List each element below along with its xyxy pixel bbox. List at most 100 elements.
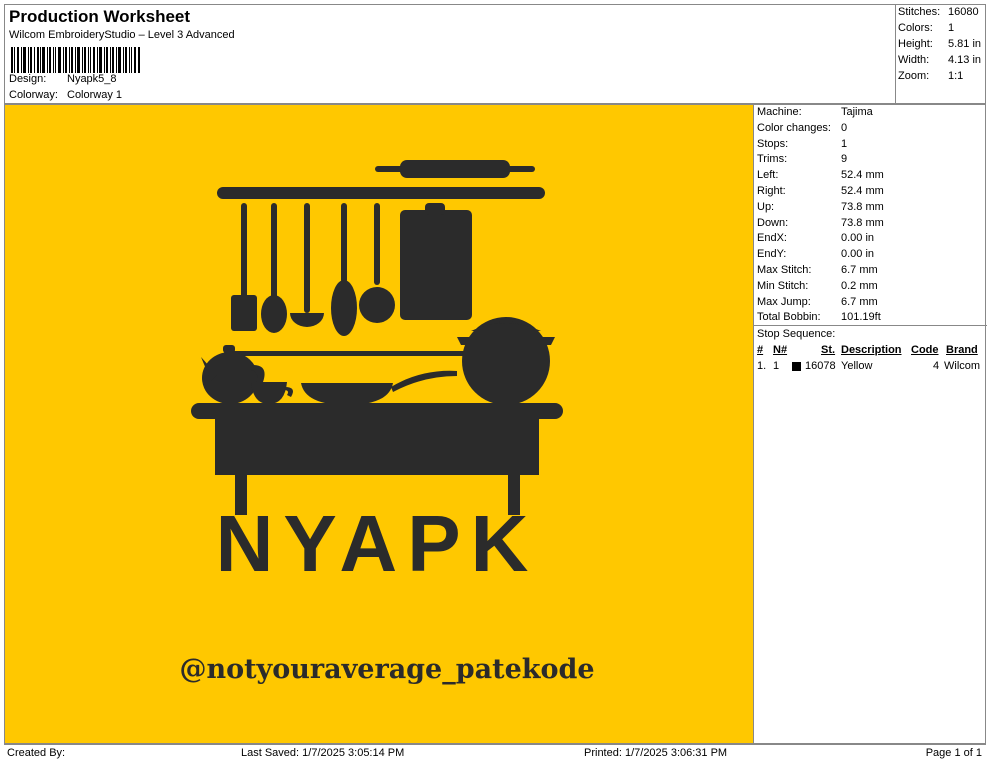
color-swatch	[792, 362, 801, 371]
machine-info-label: Min Stitch:	[757, 279, 809, 292]
width-value: 4.13 in	[948, 54, 982, 66]
machine-info-label: Color changes:	[757, 121, 831, 134]
col-header-st: St.	[821, 344, 836, 356]
col-header-code: Code	[911, 344, 939, 356]
zoom-value: 1:1	[948, 70, 964, 82]
machine-info-row: EndY: 0.00 in	[757, 248, 874, 260]
machine-info-label: EndY:	[757, 248, 787, 261]
skimmer-icon	[359, 203, 395, 323]
machine-info-row: EndX: 0.00 in	[757, 232, 874, 244]
machine-info-label: Total Bobbin:	[757, 311, 821, 324]
stop-row-code: 4	[933, 360, 940, 372]
machine-info-value: Tajima	[841, 106, 873, 118]
cooking-pot-icon	[457, 317, 555, 405]
colors-label: Colors:	[898, 22, 933, 34]
machine-info-label: Right:	[757, 185, 786, 197]
stop-row-description: Yellow	[841, 360, 873, 372]
machine-info-label: Max Jump:	[757, 295, 811, 308]
height-value: 5.81 in	[948, 38, 982, 50]
embroidery-artwork: NYAPK @notyouraverage_patekode	[179, 160, 595, 685]
machine-info-label: Stops:	[757, 137, 789, 150]
handle-text: @notyouraverage_patekode	[179, 654, 594, 685]
whisk-icon	[331, 203, 357, 336]
cup-icon	[251, 382, 293, 404]
machine-info-row: Right: 52.4 mm	[757, 185, 884, 197]
machine-info-row: Color changes: 0	[757, 122, 847, 134]
last-saved: Last Saved: 1/7/2025 3:05:14 PM	[241, 747, 405, 759]
zoom-label: Zoom:	[898, 70, 930, 82]
design-summary: Stitches: 16080 Colors: 1 Height: 5.81 in W…	[895, 4, 986, 104]
height-label: Height:	[898, 38, 933, 50]
stop-sequence-title: Stop Sequence:	[757, 328, 836, 340]
page-title: Production Worksheet	[9, 7, 191, 26]
machine-info-row: Max Jump: 6.7 mm	[757, 296, 878, 308]
machine-info-value: 9	[841, 153, 848, 166]
machine-info-label: Up:	[757, 200, 775, 213]
cutting-board-icon	[400, 203, 472, 320]
design-preview[interactable]: NYAPK @notyouraverage_patekode	[4, 104, 754, 744]
machine-info-row: Min Stitch: 0.2 mm	[757, 280, 878, 292]
machine-info-value: 52.4 mm	[841, 169, 884, 182]
machine-info-label: Max Stitch:	[757, 264, 812, 276]
design-value: Nyapk5_8	[67, 73, 117, 85]
stop-row-brand: Wilcom	[944, 360, 981, 372]
colors-row: Colors: 1	[898, 22, 954, 34]
col-header-description: Description	[841, 344, 902, 356]
machine-info-value: 73.8 mm	[841, 216, 884, 229]
machine-info-row: Stops: 1	[757, 138, 847, 150]
machine-info-row: Down: 73.8 mm	[757, 217, 884, 229]
machine-info-row: Machine: Tajima	[757, 106, 873, 118]
stitches-label: Stitches:	[898, 6, 941, 18]
logo-text: NYAPK	[216, 499, 539, 588]
machine-info-value: 101.19ft	[841, 311, 881, 324]
machine-info-value: 6.7 mm	[841, 295, 878, 308]
machine-info-label: EndX:	[757, 232, 787, 245]
machine-info-row: Total Bobbin: 101.19ft	[757, 311, 881, 323]
machine-info-label: Trims:	[757, 153, 788, 166]
zoom-row: Zoom: 1:1	[898, 70, 963, 82]
machine-info-row: Up: 73.8 mm	[757, 201, 884, 213]
machine-info-value: 0.2 mm	[841, 279, 878, 292]
machine-info-value: 0.00 in	[841, 248, 875, 261]
page-number: Page 1 of 1	[925, 747, 982, 759]
utensil-rail	[217, 187, 545, 199]
machine-info-value: 0	[841, 121, 848, 134]
stop-row-st: 16078	[805, 360, 836, 372]
countertop	[191, 403, 563, 419]
colors-value: 1	[948, 22, 955, 34]
machine-info-value: 1	[841, 137, 848, 150]
stitches-row: Stitches: 16080	[898, 6, 979, 18]
machine-info-value: 0.00 in	[841, 232, 875, 245]
created-by: Created By:	[7, 747, 66, 759]
frying-pan-icon	[301, 370, 457, 405]
machine-info-label: Left:	[757, 169, 779, 182]
kitchen-illustration	[191, 160, 563, 515]
stitches-value: 16080	[948, 6, 979, 18]
software-subtitle: Wilcom EmbroideryStudio – Level 3 Advanc…	[9, 29, 235, 41]
col-header-num: #	[757, 344, 764, 356]
spatula-icon	[231, 203, 257, 331]
printed-date: Printed: 1/7/2025 3:06:31 PM	[584, 747, 728, 759]
stop-row-num: 1.	[757, 360, 767, 372]
barcode-image	[11, 47, 140, 73]
machine-info-row: Max Stitch: 6.7 mm	[757, 264, 878, 276]
worksheet-footer: Created By: Last Saved: 1/7/2025 3:05:14…	[4, 744, 986, 761]
colorway-row: Colorway: Colorway 1	[9, 89, 122, 101]
width-label: Width:	[898, 54, 930, 66]
worksheet-header: Production Worksheet Wilcom EmbroiderySt…	[4, 4, 896, 104]
col-header-brand: Brand	[946, 344, 978, 356]
colorway-value: Colorway 1	[67, 89, 123, 101]
design-label: Design:	[9, 73, 47, 85]
machine-info-row: Left: 52.4 mm	[757, 169, 884, 181]
stop-row-n: 1	[773, 360, 780, 372]
spoon-icon	[261, 203, 287, 333]
machine-info-value: 52.4 mm	[841, 185, 884, 197]
col-header-n: N#	[773, 344, 788, 356]
colorway-label: Colorway:	[9, 89, 58, 101]
stop-sequence-section: Stop Sequence: # N# St. Description Code…	[754, 325, 987, 372]
machine-info-label: Down:	[757, 216, 789, 229]
machine-info-row: Trims: 9	[757, 153, 847, 165]
machine-info-value: 73.8 mm	[841, 200, 884, 213]
width-row: Width: 4.13 in	[898, 54, 981, 66]
machine-info-label: Machine:	[757, 106, 802, 118]
